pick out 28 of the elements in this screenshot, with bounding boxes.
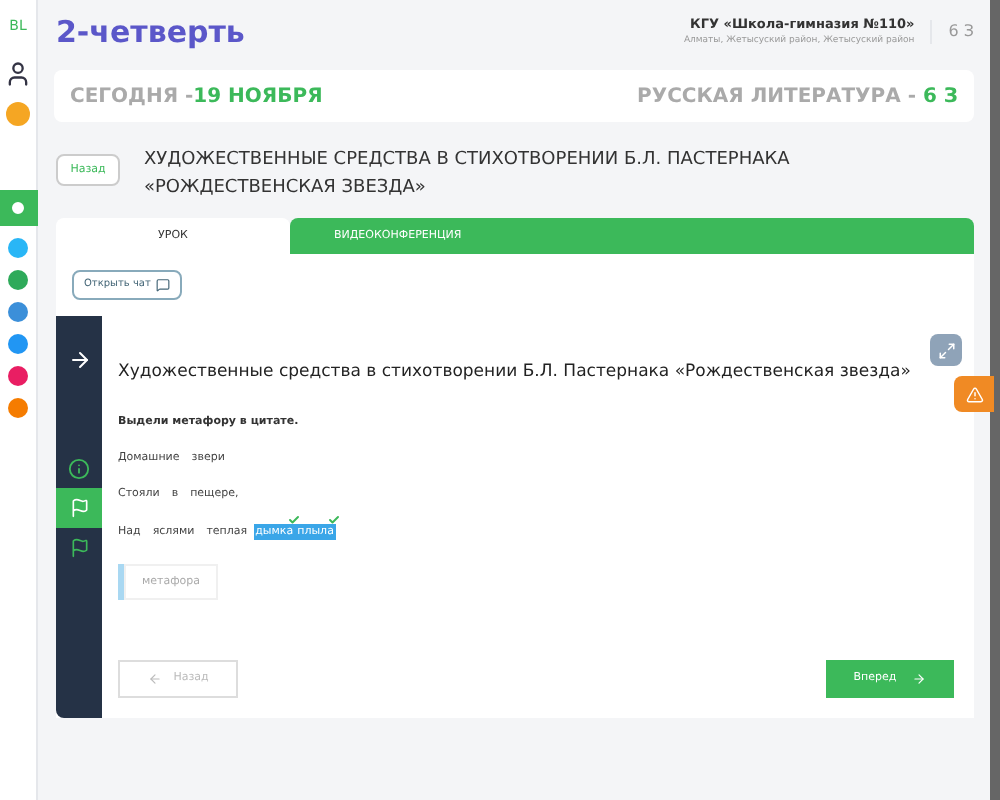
app-icon[interactable] — [8, 397, 28, 417]
date-text: 19 НОЯБРЯ — [193, 83, 323, 111]
check-icon — [327, 513, 340, 525]
app-icon[interactable] — [8, 333, 28, 353]
warning-button[interactable] — [954, 376, 994, 412]
app-icon[interactable] — [8, 269, 28, 289]
task-heading: Художественные средства в стихотворении Б.Л. Пастернака «Рождественская звезда» — [118, 360, 913, 386]
class-label: 6 З — [930, 20, 974, 44]
flag-button[interactable] — [56, 488, 102, 528]
fullscreen-button[interactable] — [930, 334, 962, 366]
app-icon[interactable] — [8, 365, 28, 385]
subject-label: РУССКАЯ ЛИТЕРАТУРА - — [637, 83, 918, 111]
info-icon — [68, 457, 90, 479]
coin-icon[interactable] — [6, 101, 30, 125]
chat-icon — [156, 278, 171, 292]
menu-item[interactable] — [0, 189, 37, 225]
page-title: 2-четверть — [56, 11, 245, 54]
expand-icon — [937, 341, 955, 359]
check-icon — [287, 513, 300, 525]
arrow-left-icon — [147, 672, 162, 686]
arrow-icon — [67, 348, 91, 372]
warning-icon — [965, 385, 983, 403]
class-text: 6 З — [922, 83, 958, 111]
arrow-right-icon — [912, 672, 927, 686]
lesson-title: ХУДОЖЕСТВЕННЫЕ СРЕДСТВА В СТИХОТВОРЕНИИ Б.Л. ПАСТЕРНАКА «РОЖДЕСТВЕНСКАЯ ЗВЕЗДА» — [144, 148, 792, 202]
app-icon[interactable] — [8, 237, 28, 257]
app-icon[interactable] — [8, 301, 28, 321]
today-label: СЕГОДНЯ - — [70, 83, 194, 111]
